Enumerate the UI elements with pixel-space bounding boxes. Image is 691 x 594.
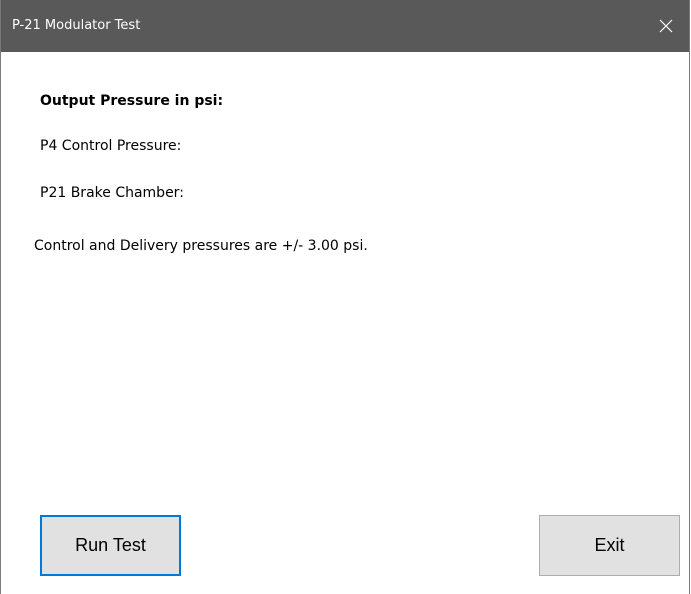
run-test-button[interactable]: Run Test	[40, 515, 181, 576]
close-button[interactable]	[643, 0, 689, 52]
tolerance-note: Control and Delivery pressures are +/- 3…	[34, 238, 368, 254]
window-title: P-21 Modulator Test	[12, 18, 141, 33]
p4-control-pressure-label: P4 Control Pressure:	[40, 138, 182, 154]
close-icon	[659, 19, 673, 33]
output-pressure-heading: Output Pressure in psi:	[40, 93, 224, 109]
modulator-test-window: P-21 Modulator Test Output Pressure in p…	[0, 0, 690, 594]
p21-brake-chamber-label: P21 Brake Chamber:	[40, 185, 184, 201]
title-bar[interactable]: P-21 Modulator Test	[1, 0, 689, 52]
exit-button[interactable]: Exit	[539, 515, 680, 576]
